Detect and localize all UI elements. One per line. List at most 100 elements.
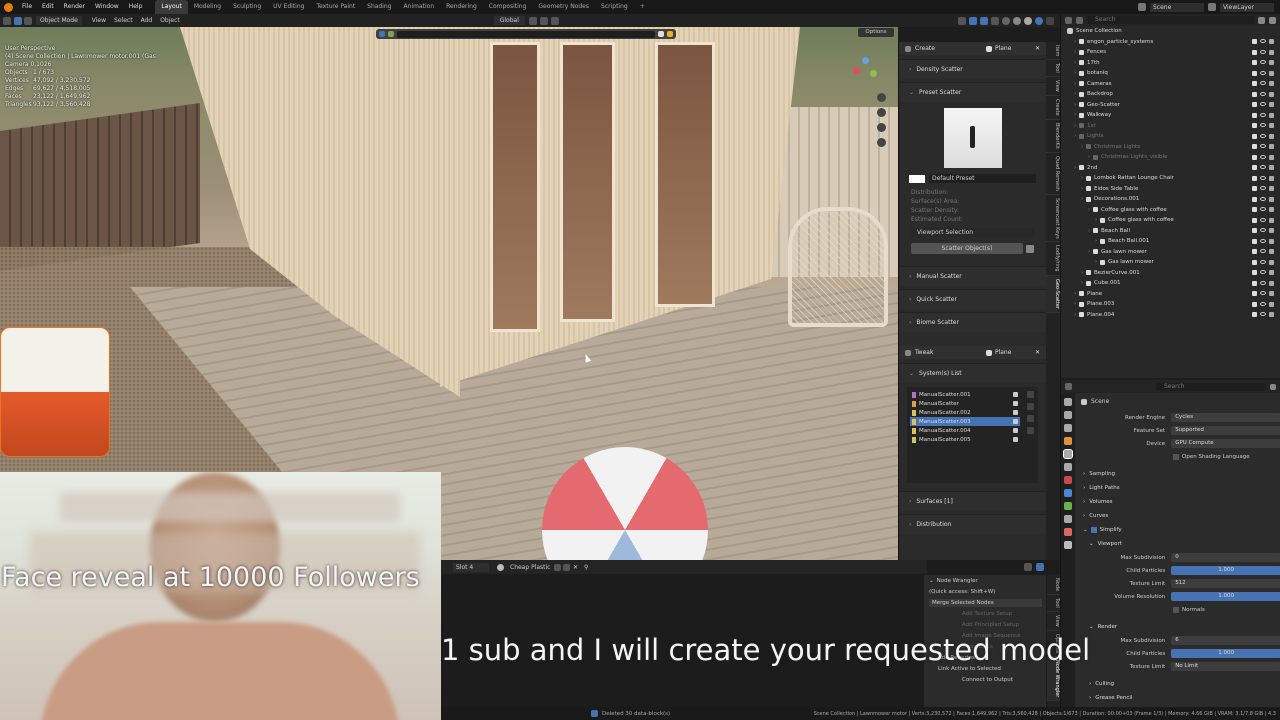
normals-checkbox[interactable] xyxy=(1173,606,1179,613)
nw-operator-button[interactable]: Connect to Output xyxy=(924,674,1046,685)
eye-icon[interactable] xyxy=(1260,196,1266,201)
system-visibility-icon[interactable] xyxy=(1013,392,1018,397)
node-editor-snap-icon[interactable] xyxy=(1036,563,1044,571)
eye-icon[interactable] xyxy=(1260,133,1266,138)
outliner-item[interactable]: › Cube.001 xyxy=(1061,278,1280,289)
warning-icon[interactable] xyxy=(667,31,673,37)
property-field[interactable]: 1.000 xyxy=(1171,592,1280,601)
tab-create[interactable]: Create xyxy=(1046,96,1060,120)
exclude-checkbox[interactable] xyxy=(1252,291,1257,297)
eye-icon[interactable] xyxy=(1260,259,1266,264)
system-color-swatch[interactable] xyxy=(912,400,916,407)
duplicate-material-icon[interactable] xyxy=(563,563,570,571)
axis-x-icon[interactable] xyxy=(853,67,860,74)
system-remove-icon[interactable] xyxy=(1027,403,1034,410)
shading-wire-icon[interactable] xyxy=(1002,16,1010,25)
render-camera-icon[interactable] xyxy=(1269,238,1274,244)
eye-icon[interactable] xyxy=(1260,91,1266,96)
render-camera-icon[interactable] xyxy=(1269,81,1274,87)
outliner-item[interactable]: › Eidos Side Table xyxy=(1061,184,1280,195)
eye-icon[interactable] xyxy=(1260,49,1266,54)
preset-color-swatch[interactable] xyxy=(909,174,925,183)
outliner-item[interactable]: › Lombok Rattan Lounge Chair xyxy=(1061,173,1280,184)
systems-list-section[interactable]: ⌄ System(s) List xyxy=(899,363,1046,383)
osl-checkbox[interactable] xyxy=(1173,453,1179,460)
tab-screencast-keys[interactable]: Screencast Keys xyxy=(1046,195,1060,243)
exclude-checkbox[interactable] xyxy=(1252,154,1257,160)
zoom-icon[interactable] xyxy=(877,93,886,102)
tab-rendering[interactable]: Rendering xyxy=(440,0,483,14)
outliner-item[interactable]: › 17th xyxy=(1061,58,1280,69)
render-camera-icon[interactable] xyxy=(1269,291,1274,297)
nw-operator-button[interactable]: Add Principled Setup xyxy=(924,619,1046,630)
tab-node[interactable]: Node xyxy=(1047,575,1060,596)
render-camera-icon[interactable] xyxy=(1269,144,1274,150)
render-camera-icon[interactable] xyxy=(1269,207,1274,213)
viewport-options-button[interactable]: Options xyxy=(858,28,894,37)
nw-title-row[interactable]: ⌄ Node Wrangler xyxy=(924,575,1046,586)
tab-scripting[interactable]: Scripting xyxy=(595,0,634,14)
exclude-checkbox[interactable] xyxy=(1252,228,1257,234)
feature-set-dropdown[interactable]: Supported xyxy=(1171,426,1280,435)
pause-render-icon[interactable] xyxy=(1046,16,1054,25)
outliner-item[interactable]: › Coffee glass with coffee xyxy=(1061,205,1280,216)
eye-icon[interactable] xyxy=(1260,144,1266,149)
render-camera-icon[interactable] xyxy=(1269,60,1274,66)
system-visibility-icon[interactable] xyxy=(1013,419,1018,424)
grease-pencil-section[interactable]: › Grease Pencil xyxy=(1077,691,1280,705)
volumes-section[interactable]: › Volumes xyxy=(1077,495,1280,509)
world-tab-icon[interactable] xyxy=(1064,463,1072,471)
transform-orientation-dropdown[interactable]: Global xyxy=(493,16,525,25)
viewport-menu-add[interactable]: Add xyxy=(137,17,157,24)
view-layer-tab-icon[interactable] xyxy=(1064,437,1072,445)
scene-name[interactable]: Scene xyxy=(1150,2,1204,12)
simplify-checkbox[interactable] xyxy=(1090,527,1097,533)
tab-quad-remesh[interactable]: Quad Remesh xyxy=(1046,153,1060,195)
outliner-item[interactable]: › Christmas Lights_visible xyxy=(1061,152,1280,163)
outliner-item[interactable]: › Geo-Scatter xyxy=(1061,100,1280,111)
outliner-item[interactable]: › BezierCurve.001 xyxy=(1061,268,1280,279)
exclude-checkbox[interactable] xyxy=(1252,238,1257,244)
eye-icon[interactable] xyxy=(1260,280,1266,285)
quick-scatter-section[interactable]: › Quick Scatter xyxy=(899,289,1046,309)
eye-icon[interactable] xyxy=(1260,301,1266,306)
render-camera-icon[interactable] xyxy=(1269,175,1274,181)
render-camera-icon[interactable] xyxy=(1269,312,1274,318)
eye-icon[interactable] xyxy=(1260,154,1266,159)
eye-icon[interactable] xyxy=(1260,228,1266,233)
pin-material-icon[interactable]: ⚲ xyxy=(584,564,588,571)
exclude-checkbox[interactable] xyxy=(1252,207,1257,213)
system-list-item[interactable]: ManualScatter.001 xyxy=(910,390,1020,399)
exclude-checkbox[interactable] xyxy=(1252,259,1257,265)
outliner-root[interactable]: Scene Collection xyxy=(1061,26,1280,37)
render-camera-icon[interactable] xyxy=(1269,91,1274,97)
preset-name-field[interactable]: Default Preset xyxy=(929,174,1036,183)
render-camera-icon[interactable] xyxy=(1269,249,1274,255)
scene-tab-icon[interactable] xyxy=(1063,449,1073,459)
render-camera-icon[interactable] xyxy=(1269,39,1274,45)
object-tab-icon[interactable] xyxy=(1064,476,1072,484)
system-move-up-icon[interactable] xyxy=(1027,415,1034,422)
render-engine-dropdown[interactable]: Cycles xyxy=(1171,413,1280,422)
tab-node-tool[interactable]: Tool xyxy=(1047,595,1060,612)
exclude-checkbox[interactable] xyxy=(1252,49,1257,55)
xray-icon[interactable] xyxy=(991,16,999,25)
exclude-checkbox[interactable] xyxy=(1252,81,1257,87)
render-camera-icon[interactable] xyxy=(1269,112,1274,118)
tab-view[interactable]: View xyxy=(1046,77,1060,96)
tab-lodify[interactable]: Lodify/ring xyxy=(1046,242,1060,276)
render-camera-icon[interactable] xyxy=(1269,123,1274,129)
system-color-swatch[interactable] xyxy=(912,409,916,416)
outliner-item[interactable]: › Plane xyxy=(1061,289,1280,300)
unlink-material-icon[interactable]: ✕ xyxy=(573,564,578,571)
select-box-icon[interactable] xyxy=(24,16,32,25)
simplify-section[interactable]: ⌄ Simplify xyxy=(1077,523,1280,537)
viewport-selection-dropdown[interactable]: Viewport Selection xyxy=(911,228,1034,237)
snap-icon[interactable] xyxy=(539,16,548,25)
exclude-checkbox[interactable] xyxy=(1252,112,1257,118)
view-layer-name[interactable]: ViewLayer xyxy=(1220,2,1274,12)
new-collection-icon[interactable] xyxy=(1269,16,1276,24)
close-create-icon[interactable]: ✕ xyxy=(1035,45,1040,52)
tab-node-view[interactable]: View xyxy=(1047,612,1060,631)
shading-material-icon[interactable] xyxy=(1024,16,1032,25)
